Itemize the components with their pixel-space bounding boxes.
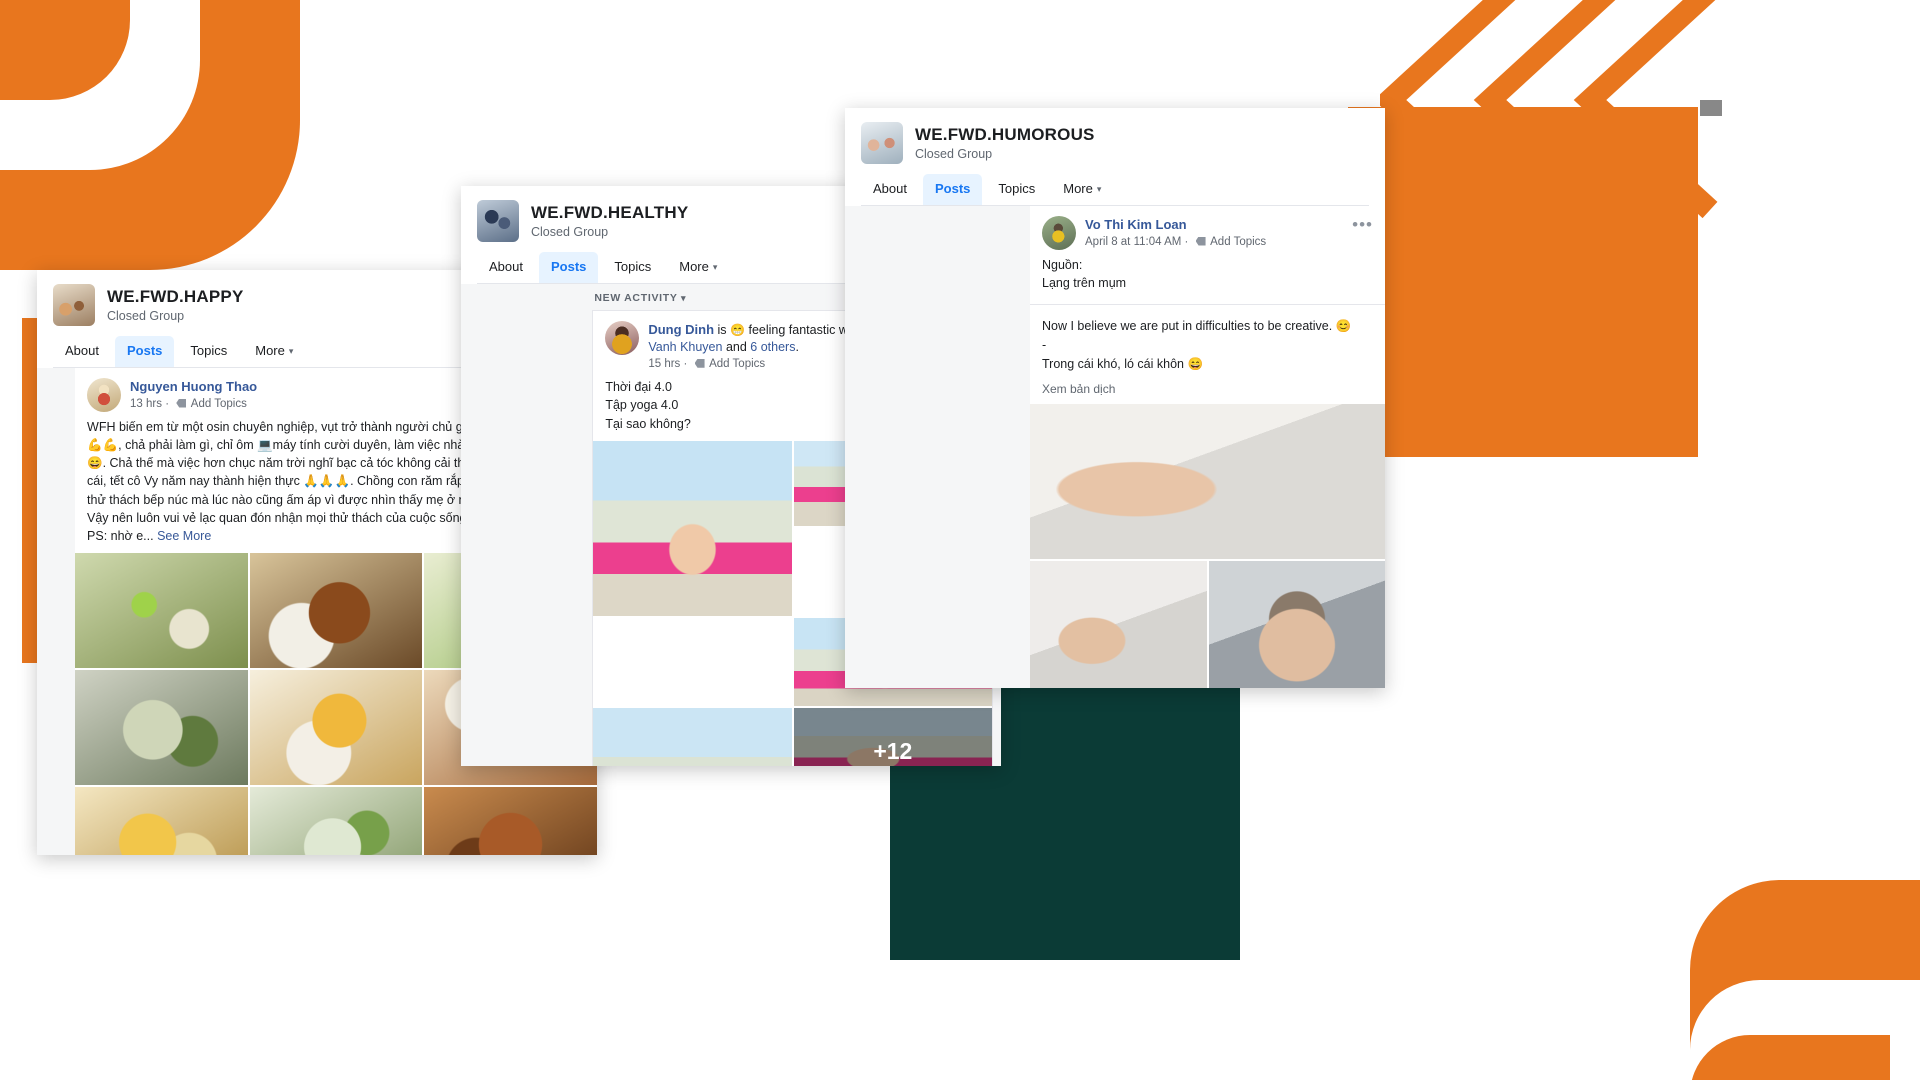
tab-more-label: More [679, 259, 709, 274]
tab-posts[interactable]: Posts [114, 336, 175, 367]
add-topics-link[interactable]: Add Topics [709, 358, 765, 370]
meta-separator: · [683, 357, 688, 370]
post-menu-icon[interactable]: ••• [1344, 216, 1373, 250]
feed-humorous: Vo Thi Kim Loan April 8 at 11:04 AM · Ad… [1030, 206, 1385, 688]
feeling-emoji: 😁 [730, 323, 745, 337]
tab-about[interactable]: About [861, 174, 919, 205]
group-privacy-label: Closed Group [531, 225, 609, 239]
post-photo[interactable] [249, 669, 423, 785]
tab-posts[interactable]: Posts [922, 174, 983, 205]
tag-icon [1195, 236, 1206, 246]
post-photo[interactable] [424, 786, 597, 855]
group-privacy-label: Closed Group [915, 147, 993, 161]
decor-bottom-right-block-inner [1690, 1035, 1890, 1080]
tab-about[interactable]: About [53, 336, 111, 367]
group-avatar-icon [477, 200, 519, 242]
chevron-down-icon: ▾ [288, 346, 294, 357]
post-source: Nguồn: Lạng trên mụm [1030, 254, 1385, 300]
period: . [795, 339, 799, 354]
post-photo-grid [1030, 403, 1385, 688]
divider [1030, 304, 1385, 306]
slide-canvas: WE.FWD.HAPPY Closed Group About Posts To… [0, 0, 1920, 1080]
group-card-humorous: WE.FWD.HUMOROUS Closed Group About Posts… [845, 108, 1385, 688]
post-photo[interactable] [75, 669, 248, 785]
see-more-link[interactable]: See More [157, 529, 211, 543]
post-text-ps: PS: nhờ e... [87, 528, 154, 543]
post-photo[interactable] [249, 552, 423, 668]
chevron-down-icon: ▾ [681, 293, 687, 303]
avatar [87, 378, 122, 412]
tab-more[interactable]: More ▾ [667, 252, 729, 283]
decor-dash-mark [1700, 100, 1722, 116]
tag-icon [694, 358, 705, 368]
left-rail-happy [37, 368, 76, 855]
group-tabs-humorous: About Posts Topics More ▾ [861, 174, 1369, 206]
group-name: WE.FWD.HUMOROUS [915, 125, 1095, 144]
meta-separator: · [1184, 235, 1189, 248]
post-text-line-1: Now I believe we are put in difficulties… [1042, 319, 1352, 334]
tab-more-label: More [1063, 181, 1093, 196]
and-text: and [725, 339, 747, 354]
translate-link[interactable]: Xem bản dịch [1030, 382, 1385, 404]
post-photo[interactable] [75, 786, 248, 855]
post-photo[interactable] [75, 552, 248, 668]
decor-frame-humorous [1348, 107, 1698, 457]
tab-about[interactable]: About [477, 252, 535, 283]
add-topics-link[interactable]: Add Topics [1210, 236, 1266, 248]
new-activity-label: NEW ACTIVITY [594, 292, 678, 304]
post-photo[interactable] [593, 707, 792, 766]
post-photo[interactable] [593, 440, 792, 616]
chevron-down-icon: ▾ [712, 262, 718, 273]
post-timestamp: April 8 at 11:04 AM [1085, 235, 1182, 248]
source-label: Nguồn: [1042, 258, 1083, 273]
tab-more[interactable]: More ▾ [1051, 174, 1113, 205]
avatar [1042, 216, 1076, 250]
post-timestamp: 13 hrs [130, 397, 162, 410]
group-name: WE.FWD.HEALTHY [531, 203, 689, 222]
meta-separator: · [165, 397, 170, 410]
post-text-line-2: - [1042, 338, 1047, 353]
source-value: Lạng trên mụm [1042, 276, 1127, 291]
post-photo[interactable] [1030, 560, 1207, 688]
tab-topics[interactable]: Topics [602, 252, 663, 283]
add-topics-link[interactable]: Add Topics [191, 398, 247, 410]
post-meta: April 8 at 11:04 AM · Add Topics [1085, 235, 1335, 251]
post-timestamp: 15 hrs [648, 357, 681, 370]
tab-more-label: More [255, 343, 285, 358]
feeling-prefix: is [717, 323, 727, 337]
left-rail-healthy [461, 284, 593, 766]
avatar [605, 321, 640, 355]
post-photo[interactable] [1030, 403, 1385, 559]
post-text-line-3: Trong cái khó, ló cái khôn 😄 [1042, 356, 1204, 371]
post-humorous: Vo Thi Kim Loan April 8 at 11:04 AM · Ad… [1030, 206, 1385, 688]
post-author[interactable]: Dung Dinh [648, 322, 714, 337]
group-privacy-label: Closed Group [107, 309, 185, 323]
left-rail-humorous [845, 206, 1030, 688]
post-header: Vo Thi Kim Loan April 8 at 11:04 AM · Ad… [1030, 206, 1385, 254]
group-avatar-icon [53, 284, 95, 326]
group-name: WE.FWD.HAPPY [107, 287, 244, 306]
tab-more[interactable]: More ▾ [243, 336, 305, 367]
post-photo-more[interactable] [793, 707, 992, 766]
card-body-humorous: Vo Thi Kim Loan April 8 at 11:04 AM · Ad… [845, 206, 1385, 688]
tab-posts[interactable]: Posts [538, 252, 599, 283]
tab-topics[interactable]: Topics [178, 336, 239, 367]
post-author[interactable]: Vo Thi Kim Loan [1085, 216, 1335, 234]
post-text: Now I believe we are put in difficulties… [1030, 309, 1385, 381]
post-photo[interactable] [1208, 560, 1385, 688]
tab-topics[interactable]: Topics [986, 174, 1047, 205]
post-photo[interactable] [249, 786, 423, 855]
group-identity-humorous: WE.FWD.HUMOROUS Closed Group [861, 122, 1369, 164]
others-link[interactable]: 6 others [750, 340, 795, 354]
card-header-humorous: WE.FWD.HUMOROUS Closed Group About Posts… [845, 108, 1385, 206]
tag-icon [176, 398, 187, 408]
group-avatar-icon [861, 122, 903, 164]
chevron-down-icon: ▾ [1096, 184, 1102, 195]
